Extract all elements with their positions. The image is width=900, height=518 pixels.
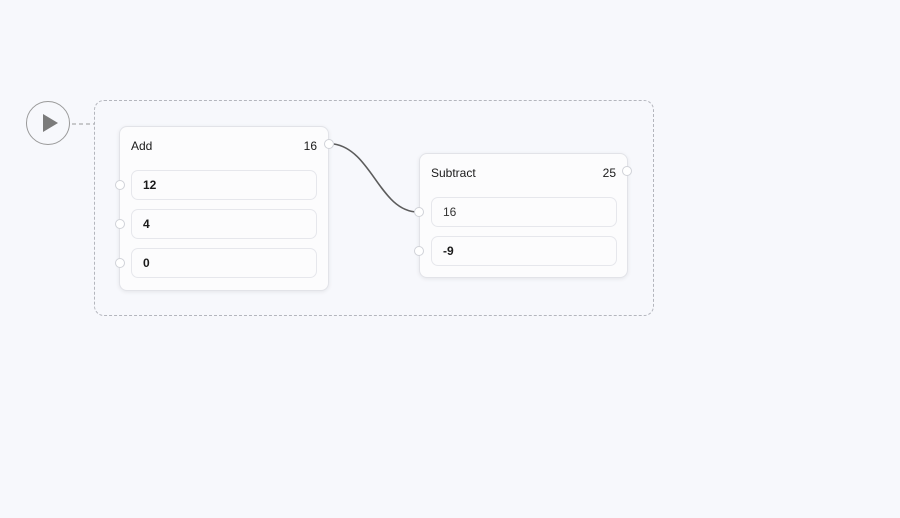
input-field[interactable]: [431, 197, 617, 227]
input-port[interactable]: [414, 207, 424, 217]
node-title: Subtract: [431, 166, 476, 180]
input-field[interactable]: [131, 209, 317, 239]
input-port[interactable]: [115, 180, 125, 190]
node-title: Add: [131, 139, 153, 153]
input-field[interactable]: [131, 170, 317, 200]
input-port[interactable]: [115, 219, 125, 229]
input-field[interactable]: [131, 248, 317, 278]
play-icon: [42, 114, 58, 132]
output-port[interactable]: [622, 166, 632, 176]
subtract-node[interactable]: Subtract 25: [419, 153, 628, 278]
output-port[interactable]: [324, 139, 334, 149]
run-button[interactable]: [26, 101, 70, 145]
node-result: 25: [602, 166, 616, 180]
workflow-canvas[interactable]: Add 16 Subtract 25: [0, 0, 900, 518]
add-node[interactable]: Add 16: [119, 126, 329, 291]
input-port[interactable]: [115, 258, 125, 268]
input-field[interactable]: [431, 236, 617, 266]
node-result: 16: [303, 139, 317, 153]
input-port[interactable]: [414, 246, 424, 256]
